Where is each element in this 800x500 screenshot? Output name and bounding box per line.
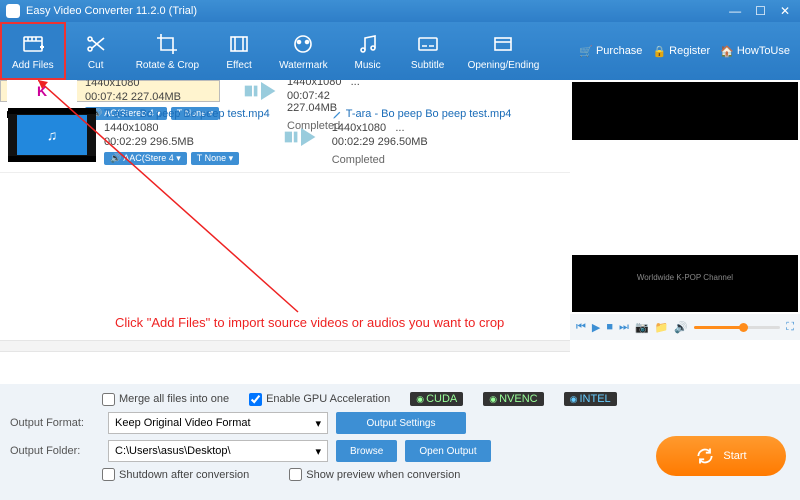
watermark-icon [290,31,316,57]
fullscreen-button[interactable]: ⛶ [786,321,794,334]
preview-watermark: Worldwide K-POP Channel [637,273,733,282]
source-resolution: 1440x1080 [85,80,235,89]
output-settings-button[interactable]: Output Settings [336,412,466,434]
list-item[interactable]: K Let's Dance test.mp4 1440x1080 00:07:4… [0,80,220,102]
bottom-panel: Merge all files into one Enable GPU Acce… [0,384,800,500]
crop-icon [154,31,180,57]
add-files-button[interactable]: Add Files [0,22,66,80]
subtitle-button[interactable]: Subtitle [398,22,458,80]
app-title: Easy Video Converter 11.2.0 (Trial) [26,5,197,17]
cuda-badge: ◉ CUDA [410,392,463,406]
source-duration: 00:07:42 227.04MB [85,91,235,103]
preview-video[interactable]: Worldwide K-POP Channel [572,82,798,312]
cart-icon: 🛒 [579,45,593,58]
gpu-checkbox[interactable]: Enable GPU Acceleration [249,393,390,406]
opening-ending-button[interactable]: Opening/Ending [458,22,550,80]
register-link[interactable]: 🔒Register [652,45,710,58]
chevron-down-icon: ▾ [315,417,321,430]
browse-button[interactable]: Browse [336,440,397,462]
next-button[interactable]: ⏭ [619,321,629,334]
effect-icon [226,31,252,57]
output-format-select[interactable]: Keep Original Video Format▾ [108,412,328,434]
snapshot-button[interactable]: 📷 [635,321,649,334]
output-folder-input[interactable]: C:\Users\asus\Desktop\▾ [108,440,328,462]
refresh-icon [695,446,715,466]
arrow-icon [278,108,324,166]
scissors-icon [83,31,109,57]
effect-button[interactable]: Effect [209,22,269,80]
source-duration: 00:02:29 296.5MB [104,136,270,148]
stop-button[interactable]: ■ [606,321,613,333]
arrow-icon [243,80,279,102]
open-output-button[interactable]: Open Output [405,440,490,462]
purchase-link[interactable]: 🛒Purchase [579,45,642,58]
merge-checkbox[interactable]: Merge all files into one [102,393,229,406]
start-button[interactable]: Start [656,436,786,476]
shutdown-checkbox[interactable]: Shutdown after conversion [102,468,249,481]
titlebar: Easy Video Converter 11.2.0 (Trial) — ☐ … [0,0,800,22]
subtitle-select[interactable]: T None ▾ [191,152,239,165]
film-add-icon [20,31,46,57]
intel-badge: ◉ INTEL [564,392,617,406]
player-controls: ⏮ ▶ ■ ⏭ 📷 📁 🔊 ⛶ [570,314,800,340]
play-button[interactable]: ▶ [592,321,600,334]
dest-filename: T-ara - Bo peep Bo peep test.mp4 [346,108,512,120]
dest-duration: 00:02:29 296.50MB [332,136,562,148]
source-filename: T-ara - Bo peep Bo peep test.mp4 [104,108,270,120]
toolbar: Add Files Cut Rotate & Crop Effect Water… [0,22,800,80]
source-resolution: 1440x1080 [104,122,270,134]
file-list: K Let's Dance test.mp4 1440x1080 00:07:4… [0,80,570,340]
dest-resolution: 1440x1080 ... [287,80,360,88]
output-format-label: Output Format: [10,417,100,429]
nvenc-badge: ◉ NVENC [483,392,543,406]
list-item[interactable]: ♫ T-ara - Bo peep Bo peep test.mp4 1440x… [0,102,570,173]
music-button[interactable]: Music [338,22,398,80]
cut-button[interactable]: Cut [66,22,126,80]
open-folder-button[interactable]: 📁 [655,321,669,334]
music-icon [355,31,381,57]
thumbnail: ♫ [8,108,96,162]
maximize-button[interactable]: ☐ [755,4,766,18]
minimize-button[interactable]: — [729,4,741,18]
volume-icon[interactable]: 🔊 [674,321,688,334]
preview-checkbox[interactable]: Show preview when conversion [289,468,460,481]
prev-button[interactable]: ⏮ [576,321,586,334]
audio-select[interactable]: 🔊 AAC(Stere 4 ▾ [104,152,187,165]
watermark-button[interactable]: Watermark [269,22,338,80]
opening-icon [490,31,516,57]
add-files-label: Add Files [12,60,54,71]
preview-panel: Worldwide K-POP Channel ⏮ ▶ ■ ⏭ 📷 📁 🔊 ⛶ [570,80,800,340]
home-icon: 🏠 [720,45,734,58]
close-button[interactable]: ✕ [780,4,790,18]
chevron-down-icon: ▾ [315,445,321,458]
subtitle-icon [415,31,441,57]
lock-icon: 🔒 [652,45,666,58]
edit-icon[interactable] [332,109,343,120]
horizontal-scrollbar[interactable] [0,340,570,352]
output-folder-label: Output Folder: [10,445,100,457]
howto-link[interactable]: 🏠HowToUse [720,45,790,58]
volume-slider[interactable] [694,326,780,329]
status-text: Completed [332,154,562,166]
rotate-crop-button[interactable]: Rotate & Crop [126,22,209,80]
dest-resolution: 1440x1080 ... [332,122,562,134]
app-icon [6,4,20,18]
